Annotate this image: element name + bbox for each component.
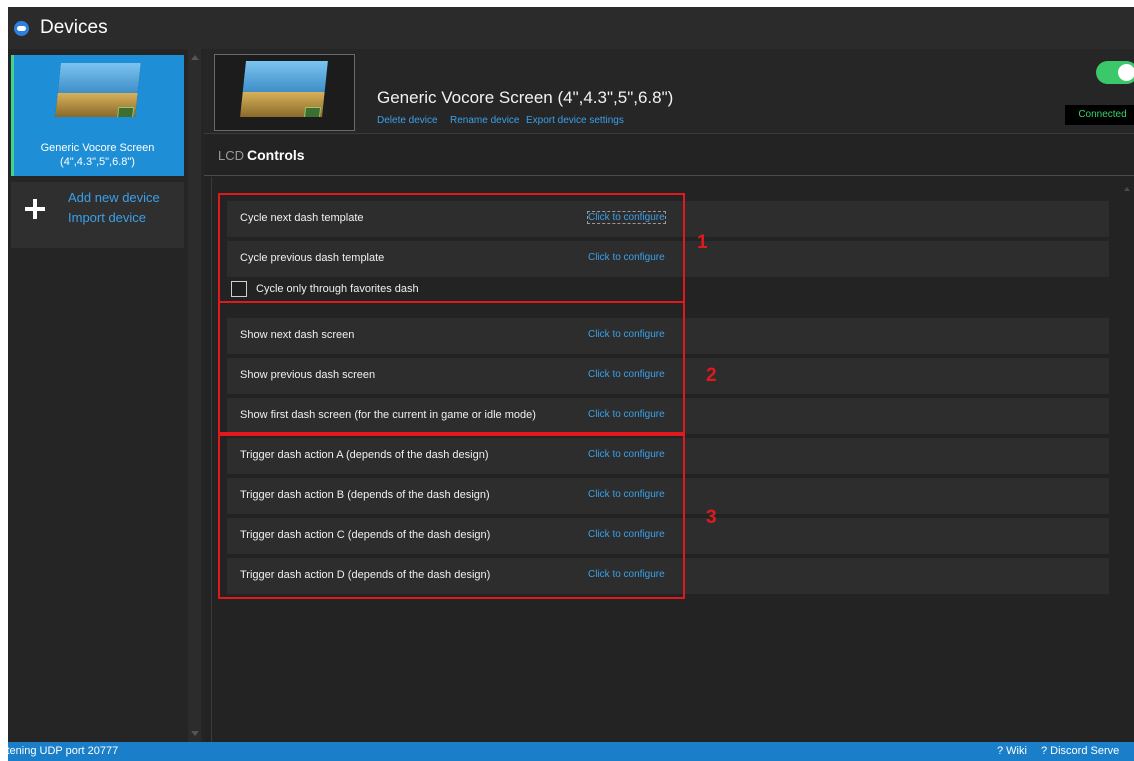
title-bar: Devices <box>8 7 1134 49</box>
import-device-link[interactable]: Import device <box>68 210 146 225</box>
annotation-number-3: 3 <box>706 507 717 528</box>
export-device-settings-link[interactable]: Export device settings <box>526 115 624 126</box>
device-header: Generic Vocore Screen (4",4.3",5",6.8") … <box>204 49 1134 134</box>
tab-bar: LCD Controls <box>204 134 1134 176</box>
annotation-box-1 <box>218 193 685 303</box>
gamepad-icon <box>14 21 29 36</box>
add-device-panel: Add new device Import device <box>11 182 184 248</box>
status-bar: stening UDP port 20777 ? Wiki ? Discord … <box>8 742 1134 761</box>
tab-lcd[interactable]: LCD <box>218 148 244 163</box>
content-scroll-up-icon[interactable] <box>1124 187 1130 191</box>
status-text: stening UDP port 20777 <box>8 745 119 757</box>
annotation-number-2: 2 <box>706 365 717 386</box>
wiki-link[interactable]: ? Wiki <box>997 745 1027 757</box>
tab-controls[interactable]: Controls <box>247 147 305 163</box>
scroll-down-icon[interactable] <box>191 731 199 736</box>
sidebar: Generic Vocore Screen (4",4.3",5",6.8") … <box>8 49 204 742</box>
window-title: Devices <box>40 17 108 38</box>
toggle-knob <box>1118 64 1134 81</box>
sidebar-device-name: Generic Vocore Screen (4",4.3",5",6.8") <box>40 142 155 168</box>
discord-server-link[interactable]: ? Discord Serve <box>1041 745 1119 757</box>
main-panel: Generic Vocore Screen (4",4.3",5",6.8") … <box>204 49 1134 742</box>
device-thumbnail <box>55 63 141 117</box>
connection-toggle[interactable] <box>1096 61 1134 84</box>
plus-icon[interactable] <box>25 199 45 219</box>
header-device-thumbnail <box>214 54 355 131</box>
add-new-device-link[interactable]: Add new device <box>68 190 160 205</box>
rename-device-link[interactable]: Rename device <box>450 115 519 126</box>
delete-device-link[interactable]: Delete device <box>377 115 438 126</box>
device-title: Generic Vocore Screen (4",4.3",5",6.8") <box>377 88 674 107</box>
scroll-up-icon[interactable] <box>191 55 199 60</box>
controls-list: Cycle next dash template Click to config… <box>204 177 1134 742</box>
annotation-number-1: 1 <box>697 232 708 253</box>
annotation-box-3 <box>218 432 685 599</box>
connection-status-badge: Connected <box>1065 105 1134 125</box>
annotation-box-2 <box>218 301 685 436</box>
app-window: Devices Generic Vocore Screen (4",4.3",5… <box>8 7 1134 761</box>
sidebar-device-card[interactable]: Generic Vocore Screen (4",4.3",5",6.8") <box>11 55 184 176</box>
sidebar-scrollbar[interactable] <box>188 49 201 742</box>
